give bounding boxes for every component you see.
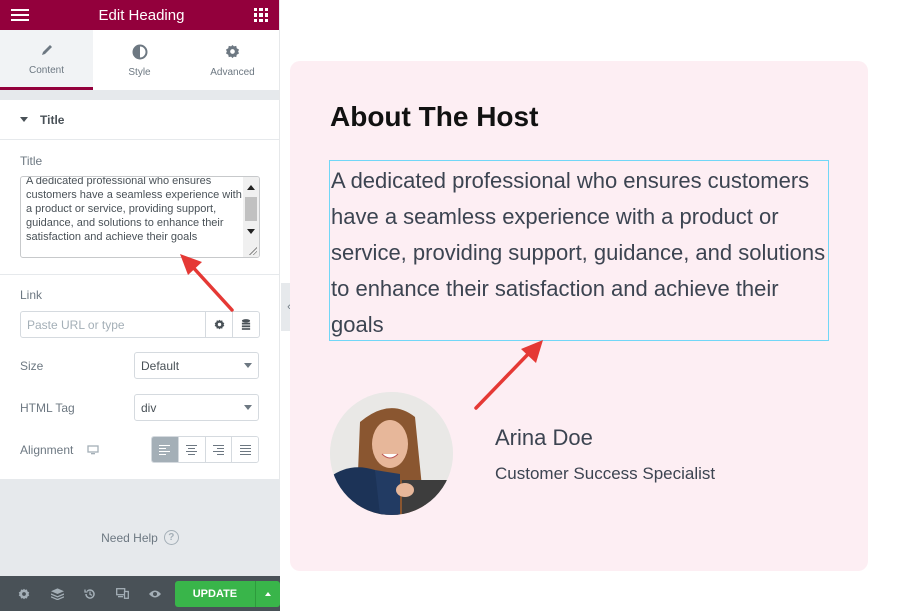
alignment-control: Alignment — [0, 436, 279, 463]
align-left-button[interactable] — [152, 437, 178, 462]
section-title-toggle[interactable]: Title — [0, 100, 279, 140]
gear-icon — [225, 43, 240, 61]
resize-grip-icon[interactable] — [248, 246, 257, 255]
description-text[interactable]: A dedicated professional who ensures cus… — [330, 161, 828, 343]
alignment-field-label-wrap: Alignment — [20, 442, 100, 457]
tab-content[interactable]: Content — [0, 30, 93, 90]
align-left-icon — [159, 444, 171, 455]
tab-content-label: Content — [28, 65, 65, 76]
link-control: Link Paste URL or type — [0, 275, 279, 338]
title-field-label: Title — [20, 154, 43, 168]
html-tag-control: HTML Tag div — [0, 394, 279, 421]
alignment-button-group — [151, 436, 259, 463]
size-field-label: Size — [20, 358, 44, 373]
align-center-button[interactable] — [177, 437, 205, 462]
caret-up-icon — [265, 591, 272, 596]
host-avatar — [330, 392, 453, 515]
tab-style-label: Style — [128, 66, 151, 78]
size-select[interactable]: Default — [134, 352, 259, 379]
menu-icon[interactable] — [11, 9, 29, 21]
need-help-area: Need Help ? — [0, 479, 280, 576]
panel-tabs: Content Style Advanced — [0, 30, 279, 90]
tab-advanced[interactable]: Advanced — [186, 30, 279, 90]
desktop-icon[interactable] — [87, 444, 100, 455]
chevron-down-icon — [244, 363, 252, 368]
align-right-icon — [212, 444, 224, 455]
scroll-up-icon[interactable] — [247, 185, 255, 190]
title-textarea-value[interactable]: A dedicated professional who ensures cus… — [26, 177, 244, 244]
html-tag-field-label: HTML Tag — [20, 400, 75, 415]
link-input-placeholder[interactable]: Paste URL or type — [21, 312, 205, 337]
link-input[interactable]: Paste URL or type — [20, 311, 260, 338]
align-justify-button[interactable] — [231, 437, 258, 462]
settings-icon[interactable] — [8, 588, 41, 600]
scroll-down-icon[interactable] — [247, 229, 255, 234]
selected-heading-widget[interactable]: A dedicated professional who ensures cus… — [329, 160, 829, 341]
tab-style[interactable]: Style — [93, 30, 186, 90]
tab-advanced-label: Advanced — [210, 66, 255, 78]
html-tag-select[interactable]: div — [134, 394, 259, 421]
gear-icon — [214, 319, 224, 330]
half-circle-icon — [132, 43, 148, 61]
size-control: Size Default — [0, 352, 279, 379]
update-options-button[interactable] — [255, 580, 280, 607]
responsive-icon[interactable] — [106, 588, 139, 599]
tabs-separator — [0, 90, 279, 100]
pencil-icon — [40, 41, 54, 59]
scroll-thumb[interactable] — [245, 197, 257, 221]
align-right-button[interactable] — [204, 437, 232, 462]
align-center-icon — [186, 444, 198, 455]
panel-title: Edit Heading — [98, 6, 185, 24]
caret-down-icon — [20, 117, 28, 122]
widgets-grid-icon[interactable] — [254, 8, 268, 22]
link-options-button[interactable] — [205, 312, 232, 337]
database-icon — [241, 319, 251, 330]
editor-panel: Edit Heading Content Style Advanced Titl — [0, 0, 280, 611]
host-name: Arina Doe — [495, 425, 593, 450]
section-title-label: Title — [40, 112, 65, 127]
dynamic-tags-button[interactable] — [232, 312, 259, 337]
history-icon[interactable] — [74, 588, 107, 600]
help-question-icon[interactable]: ? — [163, 530, 179, 545]
about-heading[interactable]: About The Host — [330, 101, 538, 133]
textarea-scrollbar[interactable] — [243, 177, 259, 257]
title-textarea[interactable]: A dedicated professional who ensures cus… — [20, 176, 260, 258]
preview-eye-icon[interactable] — [139, 589, 172, 599]
panel-footer: UPDATE — [0, 576, 280, 611]
link-field-label: Link — [20, 288, 43, 302]
alignment-field-label: Alignment — [20, 442, 74, 457]
update-button[interactable]: UPDATE — [174, 580, 256, 607]
align-justify-icon — [239, 444, 251, 455]
title-control: Title A dedicated professional who ensur… — [0, 140, 279, 258]
need-help-link[interactable]: Need Help — [101, 531, 158, 545]
panel-header: Edit Heading — [0, 0, 279, 30]
host-role: Customer Success Specialist — [495, 464, 716, 483]
person-photo — [330, 392, 453, 515]
navigator-icon[interactable] — [41, 587, 74, 600]
html-tag-select-value: div — [141, 400, 157, 415]
size-select-value: Default — [141, 358, 180, 373]
about-host-card: About The Host A dedicated professional … — [290, 61, 868, 571]
chevron-down-icon — [244, 405, 252, 410]
